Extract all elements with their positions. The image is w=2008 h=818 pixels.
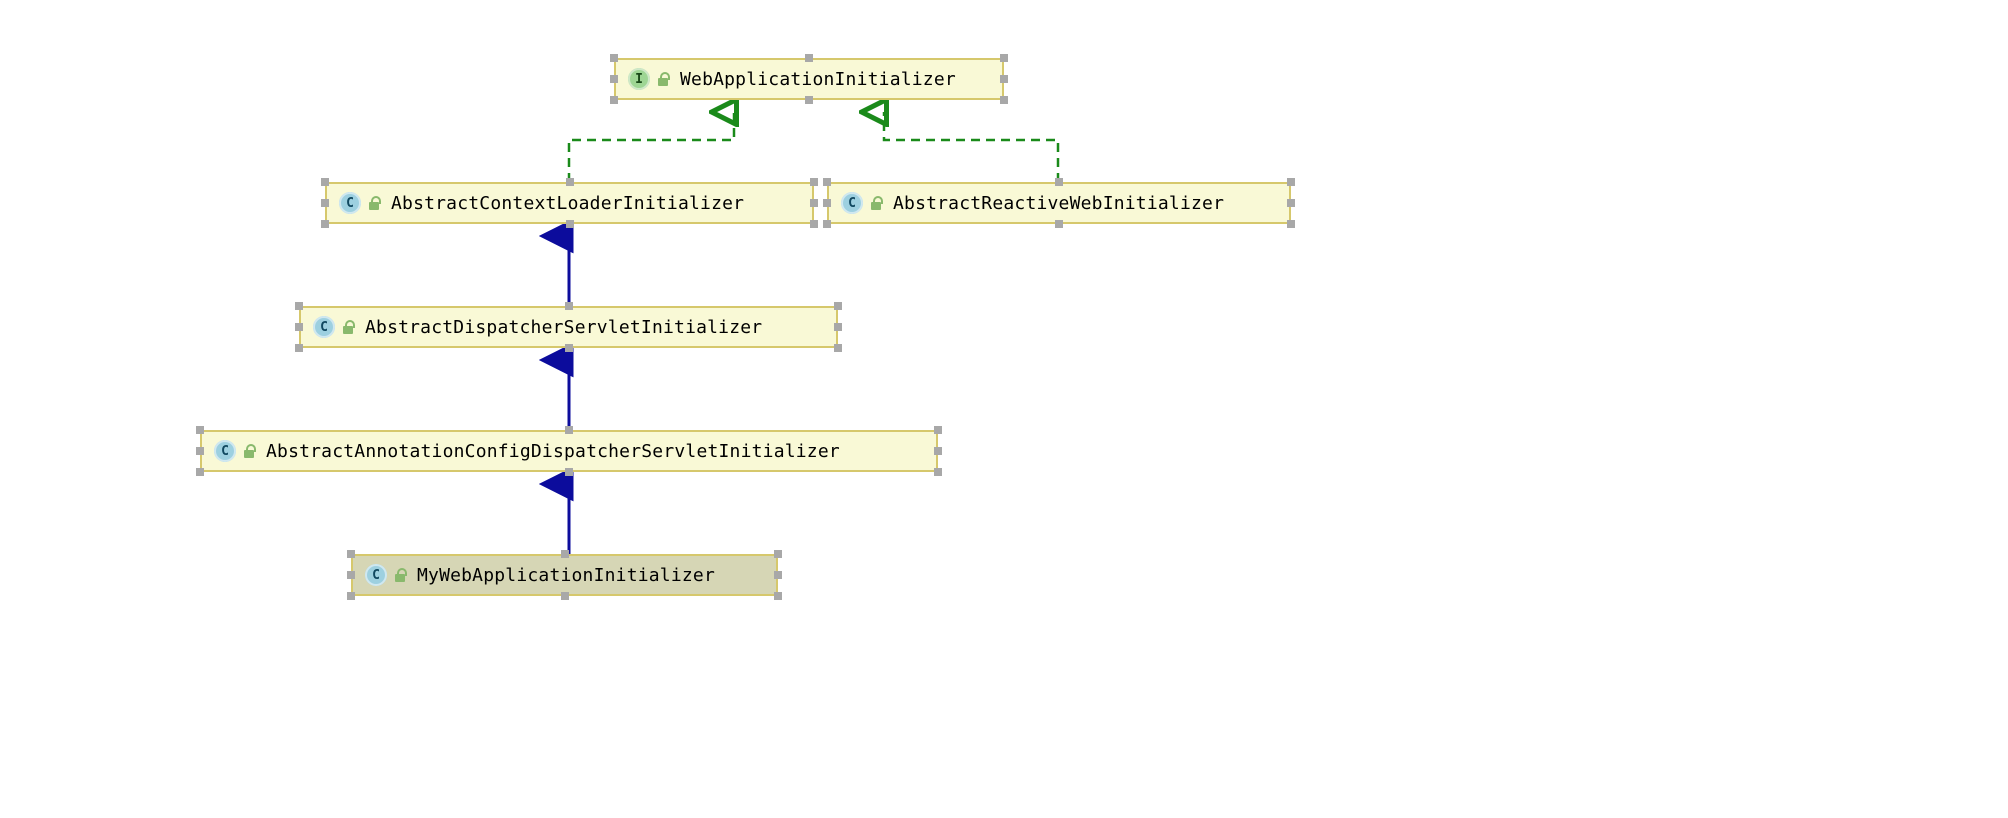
selection-handle[interactable] — [565, 302, 573, 310]
selection-handle[interactable] — [934, 426, 942, 434]
selection-handle[interactable] — [1287, 178, 1295, 186]
selection-handle[interactable] — [196, 468, 204, 476]
selection-handle[interactable] — [196, 426, 204, 434]
class-icon: C — [841, 192, 863, 214]
class-name: AbstractReactiveWebInitializer — [893, 193, 1224, 214]
selection-handle[interactable] — [774, 592, 782, 600]
selection-handle[interactable] — [1000, 54, 1008, 62]
class-node[interactable]: C AbstractReactiveWebInitializer — [827, 182, 1291, 224]
selection-handle[interactable] — [610, 75, 618, 83]
selection-handle[interactable] — [347, 550, 355, 558]
selection-handle[interactable] — [823, 199, 831, 207]
selection-handle[interactable] — [295, 344, 303, 352]
selection-handle[interactable] — [823, 220, 831, 228]
selection-handle[interactable] — [934, 447, 942, 455]
selection-handle[interactable] — [774, 550, 782, 558]
lock-icon — [367, 196, 381, 210]
selection-handle[interactable] — [565, 344, 573, 352]
lock-icon — [242, 444, 256, 458]
selection-handle[interactable] — [196, 447, 204, 455]
edge-implements — [569, 112, 734, 182]
class-name: MyWebApplicationInitializer — [417, 565, 715, 586]
selection-handle[interactable] — [566, 178, 574, 186]
selection-handle[interactable] — [1055, 220, 1063, 228]
class-node[interactable]: C AbstractAnnotationConfigDispatcherServ… — [200, 430, 938, 472]
selection-handle[interactable] — [934, 468, 942, 476]
edges-layer — [0, 0, 2008, 818]
selection-handle[interactable] — [1287, 220, 1295, 228]
class-node[interactable]: C AbstractDispatcherServletInitializer — [299, 306, 838, 348]
edge-implements — [884, 112, 1058, 182]
lock-icon — [393, 568, 407, 582]
selection-handle[interactable] — [565, 426, 573, 434]
class-name: AbstractAnnotationConfigDispatcherServle… — [266, 441, 840, 462]
interface-icon: I — [628, 68, 650, 90]
selection-handle[interactable] — [565, 468, 573, 476]
selection-handle[interactable] — [1000, 75, 1008, 83]
selection-handle[interactable] — [295, 302, 303, 310]
selection-handle[interactable] — [295, 323, 303, 331]
class-name: AbstractContextLoaderInitializer — [391, 193, 744, 214]
class-icon: C — [339, 192, 361, 214]
selection-handle[interactable] — [610, 96, 618, 104]
selection-handle[interactable] — [810, 178, 818, 186]
class-name: WebApplicationInitializer — [680, 69, 956, 90]
selection-handle[interactable] — [834, 323, 842, 331]
selection-handle[interactable] — [810, 220, 818, 228]
class-diagram: I WebApplicationInitializer C AbstractCo… — [0, 0, 2008, 818]
selection-handle[interactable] — [561, 592, 569, 600]
selection-handle[interactable] — [566, 220, 574, 228]
selection-handle[interactable] — [1055, 178, 1063, 186]
lock-icon — [656, 72, 670, 86]
selection-handle[interactable] — [834, 302, 842, 310]
selection-handle[interactable] — [805, 96, 813, 104]
selection-handle[interactable] — [1000, 96, 1008, 104]
selection-handle[interactable] — [347, 571, 355, 579]
selection-handle[interactable] — [1287, 199, 1295, 207]
selection-handle[interactable] — [561, 550, 569, 558]
class-node-interface[interactable]: I WebApplicationInitializer — [614, 58, 1004, 100]
selection-handle[interactable] — [321, 220, 329, 228]
selection-handle[interactable] — [823, 178, 831, 186]
class-node[interactable]: C AbstractContextLoaderInitializer — [325, 182, 814, 224]
selection-handle[interactable] — [321, 178, 329, 186]
class-name: AbstractDispatcherServletInitializer — [365, 317, 762, 338]
selection-handle[interactable] — [321, 199, 329, 207]
selection-handle[interactable] — [810, 199, 818, 207]
selection-handle[interactable] — [774, 571, 782, 579]
class-icon: C — [365, 564, 387, 586]
class-icon: C — [313, 316, 335, 338]
selection-handle[interactable] — [610, 54, 618, 62]
class-node-selected[interactable]: C MyWebApplicationInitializer — [351, 554, 778, 596]
selection-handle[interactable] — [347, 592, 355, 600]
selection-handle[interactable] — [834, 344, 842, 352]
lock-icon — [869, 196, 883, 210]
lock-icon — [341, 320, 355, 334]
selection-handle[interactable] — [805, 54, 813, 62]
class-icon: C — [214, 440, 236, 462]
